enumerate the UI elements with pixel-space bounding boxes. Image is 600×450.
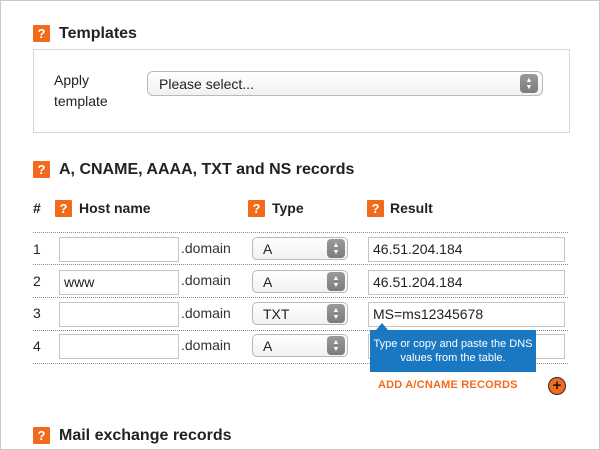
help-icon[interactable]: ? — [33, 161, 50, 178]
column-type: Type — [272, 200, 304, 216]
select-stepper-icon: ▲ ▼ — [520, 74, 538, 93]
type-select-value: TXT — [263, 306, 290, 322]
plus-circle-icon[interactable]: + — [548, 377, 566, 395]
add-a-cname-records-link[interactable]: ADD A/CNAME RECORDS — [378, 379, 518, 391]
help-icon[interactable]: ? — [367, 200, 384, 217]
select-stepper-icon: ▲ ▼ — [327, 239, 345, 258]
column-result: Result — [390, 200, 433, 216]
domain-suffix: .domain — [181, 305, 231, 321]
select-stepper-icon: ▲ ▼ — [327, 304, 345, 323]
host-input[interactable]: www — [59, 270, 179, 295]
row-number: 2 — [33, 273, 41, 289]
select-stepper-icon: ▲ ▼ — [327, 336, 345, 355]
tooltip-arrow — [376, 323, 388, 330]
help-icon[interactable]: ? — [33, 427, 50, 444]
host-input[interactable] — [59, 334, 179, 359]
row-divider — [33, 232, 568, 233]
row-divider — [33, 297, 568, 298]
help-icon[interactable]: ? — [33, 25, 50, 42]
type-select-value: A — [263, 274, 273, 290]
result-input[interactable]: MS=ms12345678 — [368, 302, 565, 327]
template-select[interactable]: Please select... ▲ ▼ — [147, 71, 543, 96]
domain-suffix: .domain — [181, 337, 231, 353]
row-number: 3 — [33, 305, 41, 321]
type-select[interactable]: A ▲ ▼ — [252, 334, 348, 357]
column-number: # — [33, 200, 41, 216]
mail-heading: Mail exchange records — [59, 427, 232, 444]
row-divider — [33, 264, 568, 265]
select-stepper-icon: ▲ ▼ — [327, 272, 345, 291]
type-select-value: A — [263, 338, 273, 354]
row-number: 4 — [33, 338, 41, 354]
records-heading: A, CNAME, AAAA, TXT and NS records — [59, 161, 355, 178]
apply-template-label: Apply template — [54, 72, 108, 109]
domain-suffix: .domain — [181, 272, 231, 288]
templates-heading: Templates — [59, 25, 137, 42]
template-select-value: Please select... — [159, 76, 254, 92]
column-host-name: Host name — [79, 200, 151, 216]
help-icon[interactable]: ? — [248, 200, 265, 217]
result-input[interactable]: 46.51.204.184 — [368, 237, 565, 262]
type-select[interactable]: A ▲ ▼ — [252, 270, 348, 293]
host-input[interactable] — [59, 302, 179, 327]
type-select[interactable]: A ▲ ▼ — [252, 237, 348, 260]
help-icon[interactable]: ? — [55, 200, 72, 217]
domain-suffix: .domain — [181, 240, 231, 256]
type-select-value: A — [263, 241, 273, 257]
row-number: 1 — [33, 241, 41, 257]
result-input[interactable]: 46.51.204.184 — [368, 270, 565, 295]
type-select[interactable]: TXT ▲ ▼ — [252, 302, 348, 325]
host-input[interactable] — [59, 237, 179, 262]
result-tooltip: Type or copy and paste the DNS values fr… — [370, 330, 536, 372]
